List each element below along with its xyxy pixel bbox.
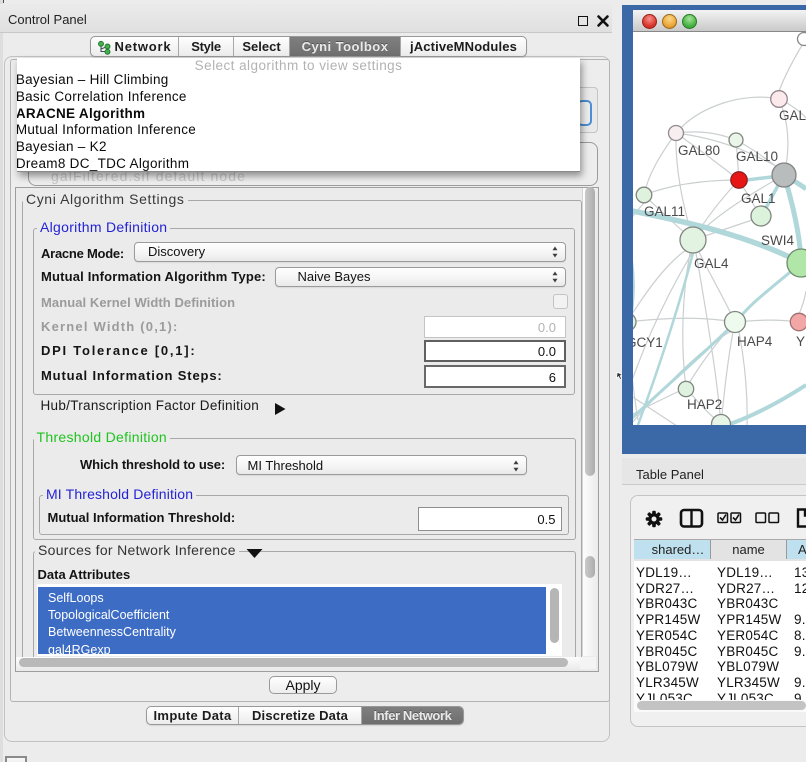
svg-text:GAL11: GAL11: [644, 204, 685, 219]
svg-text:Y: Y: [796, 334, 805, 349]
svg-text:SWI4: SWI4: [761, 233, 794, 248]
svg-text:GAL1: GAL1: [741, 191, 776, 206]
svg-text:HAP4: HAP4: [737, 334, 773, 349]
svg-text:GAL80: GAL80: [678, 143, 720, 158]
svg-text:HAP2: HAP2: [687, 397, 722, 412]
svg-text:GAL: GAL: [779, 108, 806, 123]
svg-text:GCY1: GCY1: [633, 335, 663, 350]
svg-text:GAL10: GAL10: [736, 149, 778, 164]
svg-text:GAL4: GAL4: [694, 256, 729, 271]
